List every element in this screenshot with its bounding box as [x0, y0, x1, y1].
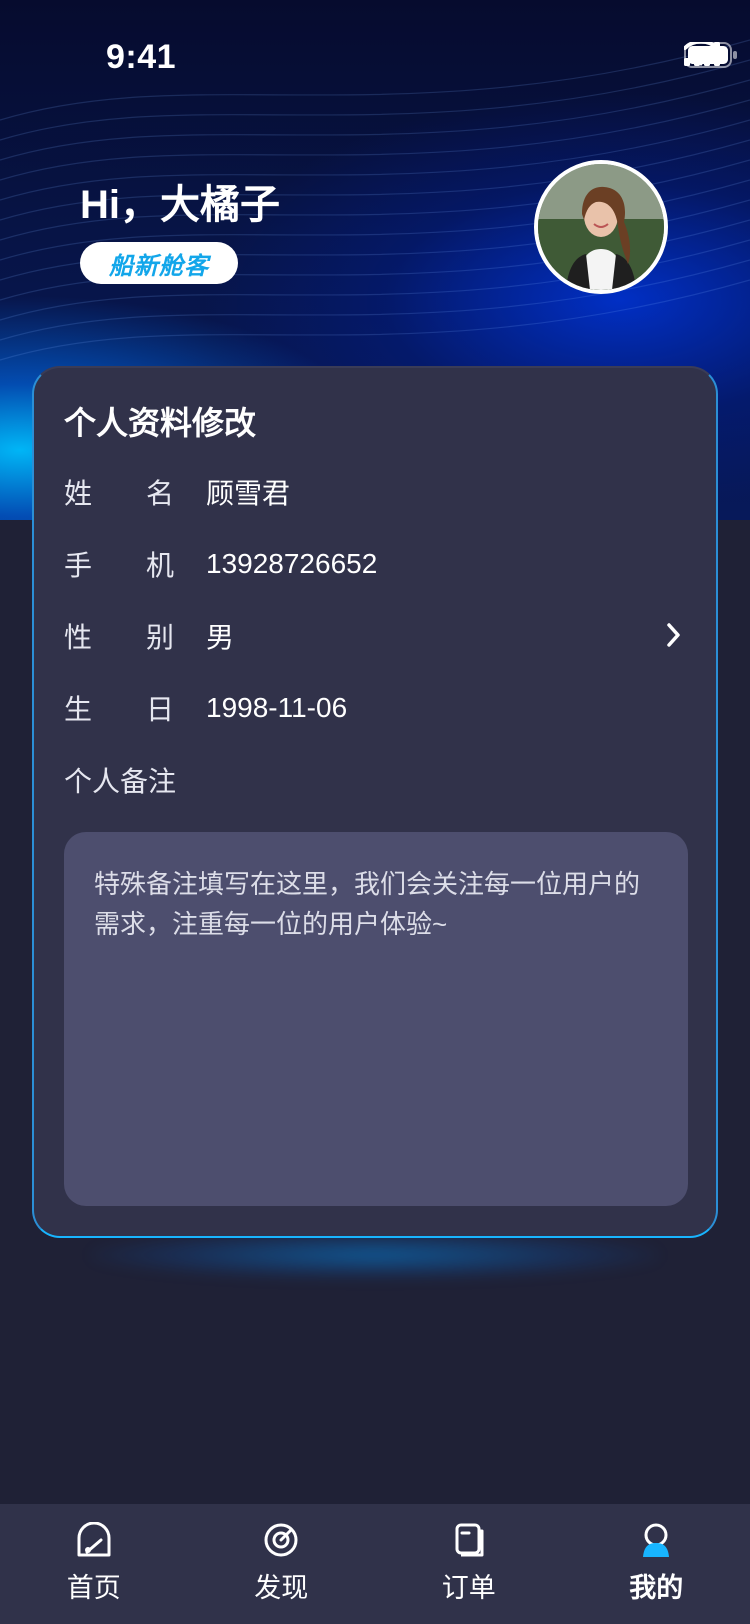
greeting-title: Hi，大橘子	[80, 183, 280, 227]
birthday-label: 生 日	[64, 688, 174, 728]
status-bar: 9:41	[0, 0, 750, 110]
phone-row[interactable]: 手 机 13928726652	[64, 544, 684, 584]
tab-order-label: 订单	[441, 1573, 496, 1603]
gender-value[interactable]: 男	[206, 616, 234, 656]
tab-discover-label: 发现	[254, 1573, 309, 1603]
tab-home[interactable]: 首页	[0, 1504, 188, 1624]
tab-order[interactable]: 订单	[375, 1504, 563, 1624]
phone-label: 手 机	[64, 544, 174, 584]
tab-home-label: 首页	[66, 1573, 121, 1603]
tab-profile-label: 我的	[629, 1573, 684, 1603]
home-icon	[77, 1522, 111, 1557]
status-time: 9:41	[106, 38, 177, 76]
phone-label-b: 机	[145, 550, 174, 581]
chevron-right-icon[interactable]	[664, 620, 684, 650]
birthday-row[interactable]: 生 日 1998-11-06	[64, 688, 684, 728]
name-label-b: 名	[145, 478, 174, 509]
order-icon	[455, 1523, 484, 1557]
bottom-tab-bar: 首页 发现 订单 我的	[0, 1504, 750, 1624]
name-row[interactable]: 姓 名 顾雪君	[64, 472, 684, 512]
remark-label: 个人备注	[64, 766, 177, 797]
name-value[interactable]: 顾雪君	[206, 472, 290, 512]
profile-edit-card: 个人资料修改 姓 名 顾雪君 手 机 13928726652 性 别 男 生 日…	[32, 366, 718, 1238]
avatar[interactable]	[534, 160, 668, 294]
phone-value[interactable]: 13928726652	[206, 548, 377, 580]
tab-profile[interactable]: 我的	[563, 1504, 750, 1624]
member-badge: 船新舱客	[80, 242, 238, 284]
profile-icon	[643, 1523, 670, 1557]
phone-label-a: 手	[64, 550, 93, 581]
gender-label-a: 性	[64, 622, 93, 653]
tab-discover[interactable]: 发现	[188, 1504, 376, 1624]
birthday-label-a: 生	[64, 694, 93, 725]
birthday-value[interactable]: 1998-11-06	[206, 692, 347, 724]
name-label-a: 姓	[64, 478, 93, 509]
gender-label: 性 别	[64, 616, 174, 656]
gender-row[interactable]: 性 别 男	[64, 616, 684, 656]
birthday-label-b: 日	[145, 694, 174, 725]
remark-textarea[interactable]: 特殊备注填写在这里，我们会关注每一位用户的需求，注重每一位的用户体验~	[64, 832, 688, 1206]
gender-label-b: 别	[145, 622, 174, 653]
battery-icon	[684, 42, 737, 68]
discover-icon	[264, 1523, 298, 1557]
card-title: 个人资料修改	[64, 405, 257, 441]
avatar-photo	[538, 164, 664, 290]
name-label: 姓 名	[64, 472, 174, 512]
